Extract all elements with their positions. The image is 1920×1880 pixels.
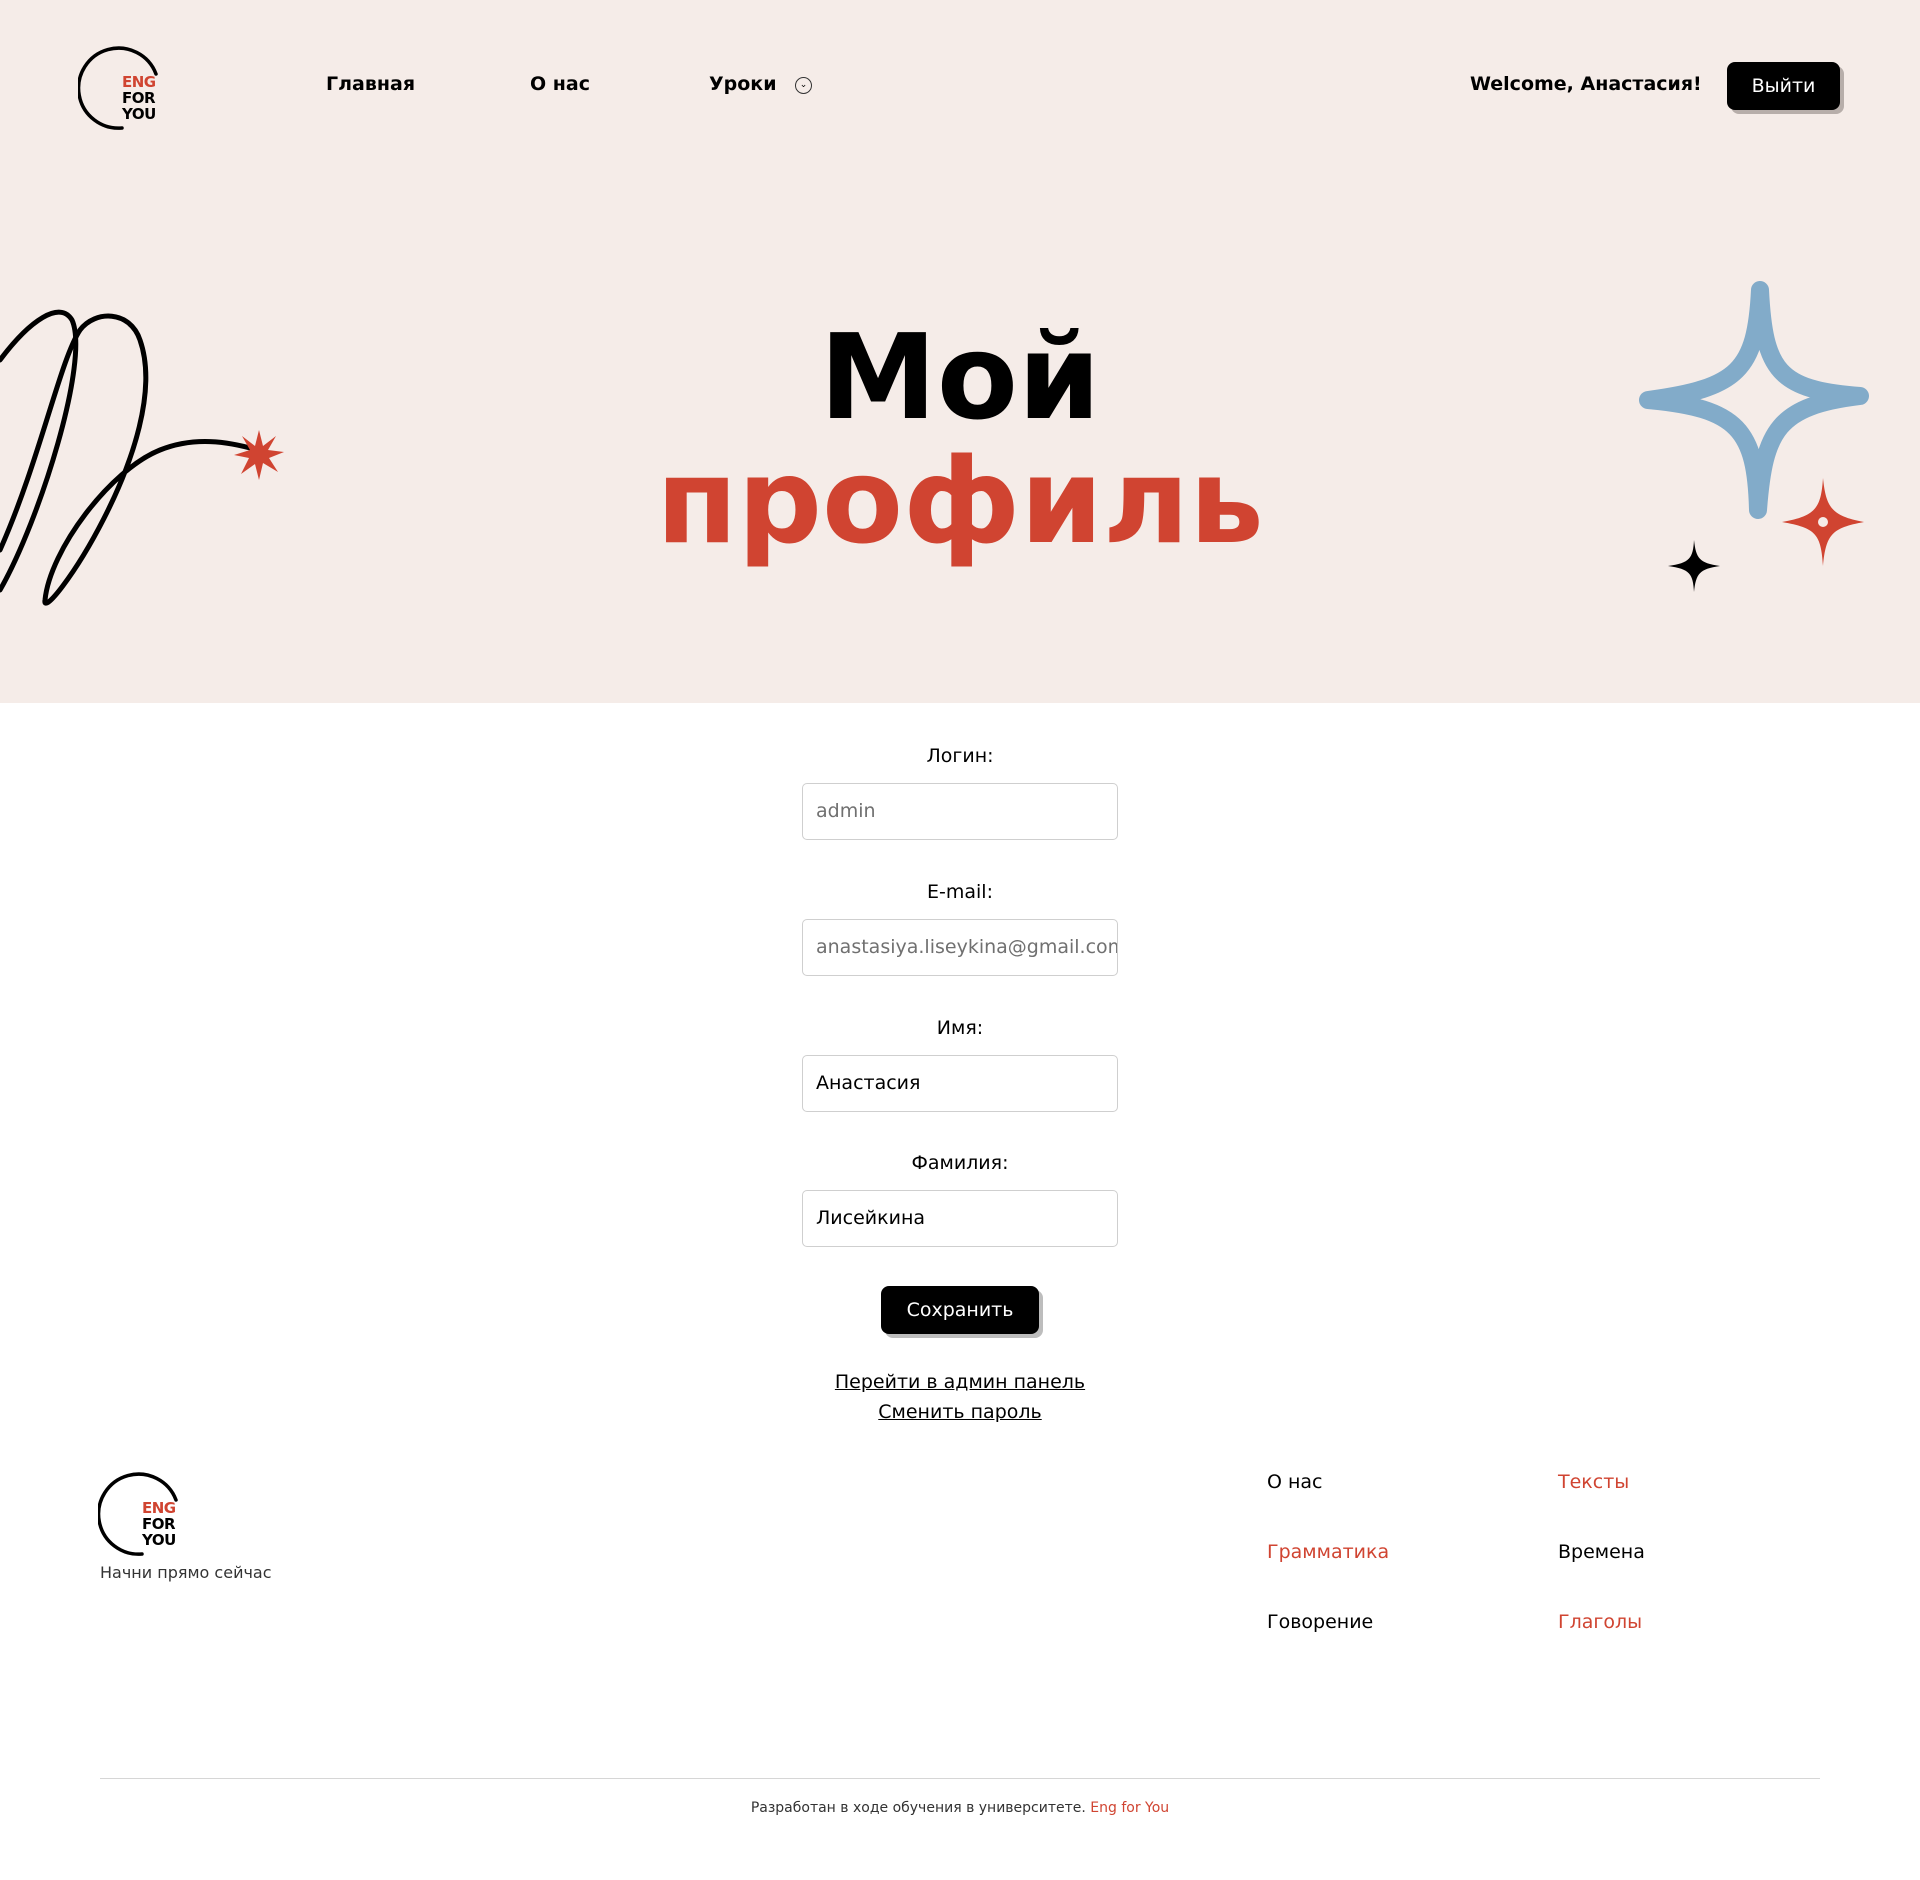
page-title-line2: профиль <box>656 432 1264 570</box>
email-field[interactable]: anastasiya.liseykina@gmail.com <box>802 919 1118 976</box>
login-field[interactable]: admin <box>802 783 1118 840</box>
footer-link-grammar[interactable]: Грамматика <box>1267 1541 1389 1563</box>
change-password-link[interactable]: Сменить пароль <box>0 1401 1920 1423</box>
logo-text-for: FOR <box>142 1515 176 1533</box>
nav-home[interactable]: Главная <box>326 73 415 95</box>
first-name-field[interactable]: Анастасия <box>802 1055 1118 1112</box>
nav-lessons[interactable]: Уроки <box>709 73 777 95</box>
login-label: Логин: <box>926 745 994 767</box>
footer-logo[interactable]: ENG FOR YOU <box>98 1470 190 1560</box>
last-name-label: Фамилия: <box>911 1152 1009 1174</box>
save-button[interactable]: Сохранить <box>881 1286 1039 1334</box>
nav-about[interactable]: О нас <box>530 73 590 95</box>
chevron-down-icon[interactable]: ⌄ <box>795 77 812 94</box>
admin-panel-link[interactable]: Перейти в админ панель <box>0 1371 1920 1393</box>
logout-button[interactable]: Выйти <box>1727 62 1840 110</box>
email-label: E-mail: <box>927 881 993 903</box>
site-logo[interactable]: ENG FOR YOU <box>78 44 170 134</box>
sparkle-icon-black <box>1668 540 1720 592</box>
footer-link-about[interactable]: О нас <box>1267 1471 1323 1493</box>
logo-text-for: FOR <box>122 89 156 107</box>
footer-divider <box>100 1778 1820 1779</box>
last-name-field[interactable]: Лисейкина <box>802 1190 1118 1247</box>
first-name-label: Имя: <box>936 1017 984 1039</box>
footer-link-texts[interactable]: Тексты <box>1558 1471 1629 1493</box>
footer-link-tenses[interactable]: Времена <box>1558 1541 1645 1563</box>
logo-text-eng: ENG <box>122 73 156 91</box>
logo-text-you: YOU <box>122 105 156 123</box>
page-title-line1: Мой <box>819 308 1101 446</box>
sparkle-icon-red <box>1782 478 1864 566</box>
footer-tagline: Начни прямо сейчас <box>100 1563 272 1582</box>
copyright: Разработан в ходе обучения в университет… <box>0 1800 1920 1816</box>
copyright-text: Разработан в ходе обучения в университет… <box>750 1800 1086 1816</box>
welcome-text: Welcome, Анастасия! <box>1470 73 1702 95</box>
logo-text-you: YOU <box>142 1531 176 1549</box>
logo-text-eng: ENG <box>142 1499 176 1517</box>
footer-link-speaking[interactable]: Говорение <box>1267 1611 1373 1633</box>
copyright-brand: Eng for You <box>1090 1800 1170 1816</box>
footer-link-verbs[interactable]: Глаголы <box>1558 1611 1642 1633</box>
